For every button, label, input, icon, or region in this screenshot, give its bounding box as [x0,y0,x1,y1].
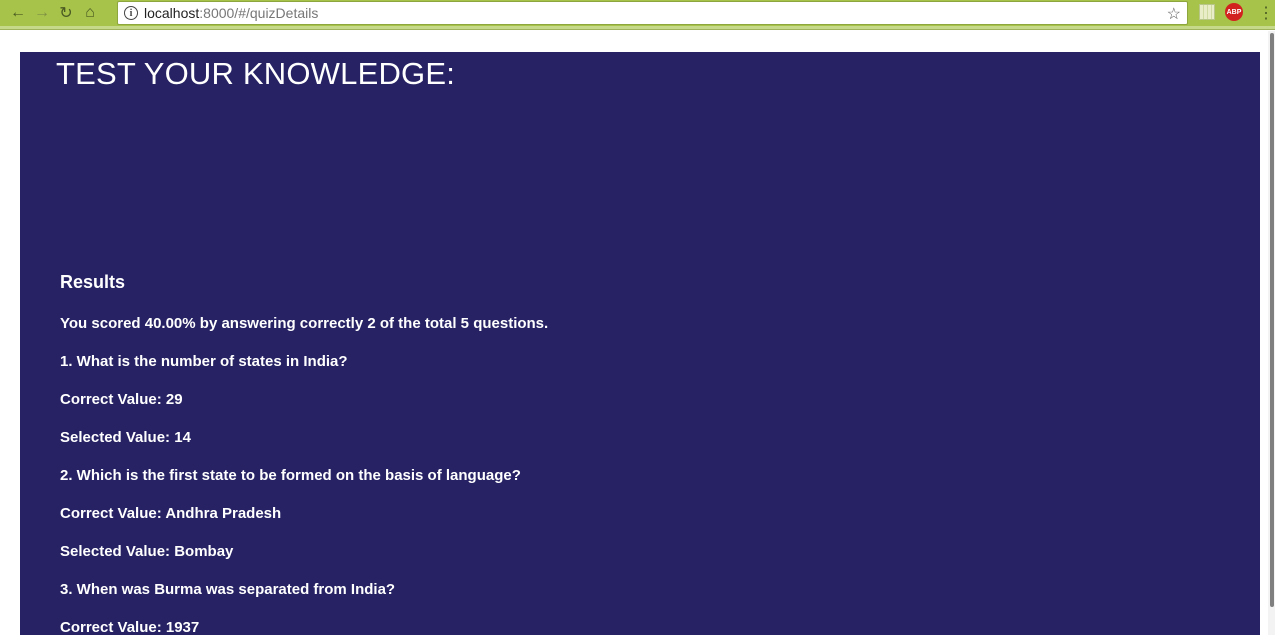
browser-menu-icon[interactable]: ⋮ [1258,3,1274,23]
home-icon[interactable]: ⌂ [78,1,102,25]
question-result-2: 2. Which is the first state to be formed… [60,467,521,581]
selected-value: Selected Value: 14 [60,429,191,446]
adblock-icon[interactable]: ABP [1225,3,1243,21]
question-text: 1. What is the number of states in India… [60,353,348,370]
question-text: 3. When was Burma was separated from Ind… [60,581,396,598]
url-host: localhost [144,5,200,21]
url-path: :8000/#/quizDetails [199,5,319,21]
results-heading: Results [60,272,126,292]
scrollbar-thumb[interactable] [1270,33,1274,607]
selected-value: Selected Value: Bombay [60,543,234,560]
correct-value: Correct Value: 29 [60,391,183,408]
results-list: 1. What is the number of states in India… [60,353,521,635]
question-text: 2. Which is the first state to be formed… [60,467,521,484]
reload-icon[interactable]: ↻ [54,1,78,25]
bookmark-star-icon[interactable]: ☆ [1167,4,1181,24]
toolbar-divider [0,26,1275,30]
quiz-panel: TEST YOUR KNOWLEDGE: Results You scored … [20,52,1260,635]
extension-grid-icon[interactable] [1199,4,1215,20]
correct-value: Correct Value: 1937 [60,619,200,635]
question-result-1: 1. What is the number of states in India… [60,353,521,467]
info-icon[interactable]: i [124,6,138,20]
correct-value: Correct Value: Andhra Pradesh [60,505,282,522]
score-summary: You scored 40.00% by answering correctly… [60,315,549,332]
browser-toolbar: ← → ↻ ⌂ i localhost:8000/#/quizDetails ☆… [0,0,1275,26]
forward-icon[interactable]: → [30,1,54,25]
back-icon[interactable]: ← [6,1,30,25]
address-bar[interactable]: i localhost:8000/#/quizDetails ☆ [117,1,1188,25]
question-result-3: 3. When was Burma was separated from Ind… [60,581,521,635]
page-title: TEST YOUR KNOWLEDGE: [56,56,456,91]
